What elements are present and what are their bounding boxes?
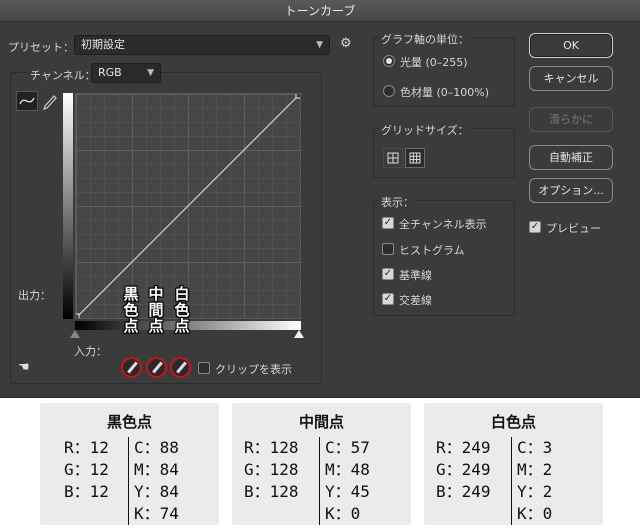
card-rgb: R：12 G：12 B：12 bbox=[64, 437, 109, 503]
value-y: Y：84 bbox=[134, 482, 179, 501]
black-slider-handle[interactable] bbox=[70, 330, 80, 338]
radio-pigment[interactable] bbox=[383, 85, 395, 97]
card-cmyk: C：3 M：2 Y：2 K：0 bbox=[517, 437, 552, 525]
card-divider bbox=[319, 437, 320, 525]
chevron-down-icon: ▼ bbox=[316, 40, 323, 50]
curve-point-black bbox=[76, 313, 80, 318]
value-c: C：57 bbox=[325, 438, 370, 457]
radio-light[interactable] bbox=[383, 55, 395, 67]
value-m: M：84 bbox=[134, 460, 179, 479]
value-g: G：249 bbox=[436, 460, 491, 479]
grid-coarse-button[interactable] bbox=[383, 148, 403, 168]
options-button[interactable]: オプション... bbox=[529, 178, 613, 203]
card-divider bbox=[128, 437, 129, 525]
grid-fine-icon bbox=[409, 152, 421, 164]
output-gradient bbox=[63, 93, 73, 319]
card-title: 白色点 bbox=[490, 413, 536, 431]
value-b: B：12 bbox=[64, 482, 109, 501]
chevron-down-icon: ▼ bbox=[147, 68, 154, 78]
preview-checkbox[interactable]: ✓ bbox=[529, 221, 541, 233]
value-k: K：74 bbox=[134, 504, 179, 523]
checkbox-baseline[interactable]: ✓ bbox=[382, 268, 394, 280]
curve-line bbox=[76, 94, 300, 318]
checkbox-intersection-label: 交差線 bbox=[399, 294, 432, 307]
graph-unit-title: グラフ軸の単位： bbox=[379, 31, 471, 47]
card-mid-point: 中間点 R：128 G：128 B：128 C：57 M：48 Y：45 K：0 bbox=[232, 403, 411, 525]
value-k: K：0 bbox=[325, 504, 361, 523]
card-title: 黒色点 bbox=[106, 413, 152, 431]
display-title: 表示： bbox=[379, 194, 416, 210]
card-divider bbox=[511, 437, 512, 525]
value-y: Y：45 bbox=[325, 482, 370, 501]
value-y: Y：2 bbox=[517, 482, 553, 501]
grid-size-title: グリッドサイズ： bbox=[379, 122, 471, 138]
gray-eyedropper-icon[interactable] bbox=[146, 357, 167, 378]
annotation-mid-point: 中間点 bbox=[148, 285, 164, 335]
white-slider-handle[interactable] bbox=[294, 330, 304, 338]
value-m: M：2 bbox=[517, 460, 553, 479]
clip-checkbox[interactable] bbox=[198, 362, 210, 374]
channel-label: チャンネル： bbox=[28, 67, 98, 83]
curves-dialog: トーンカーブ プリセット： 初期設定 ▼ ⚙ チャンネル： RGB ▼ 出力： … bbox=[0, 0, 640, 398]
grid-fine-button[interactable] bbox=[405, 148, 425, 168]
radio-pigment-label: 色材量 (0–100%) bbox=[400, 86, 490, 99]
preset-select[interactable]: 初期設定 ▼ bbox=[74, 35, 330, 55]
card-rgb: R：249 G：249 B：249 bbox=[436, 437, 491, 503]
curve-point-white bbox=[295, 94, 300, 99]
output-label: 出力： bbox=[18, 289, 51, 302]
auto-button[interactable]: 自動補正 bbox=[529, 145, 613, 170]
value-g: G：12 bbox=[64, 460, 109, 479]
checkbox-histogram-label: ヒストグラム bbox=[399, 244, 465, 257]
grid-coarse-icon bbox=[387, 152, 399, 164]
value-m: M：48 bbox=[325, 460, 370, 479]
gear-icon[interactable]: ⚙ bbox=[340, 36, 352, 51]
annotation-black-point: 黒色点 bbox=[123, 285, 139, 335]
card-rgb: R：128 G：128 B：128 bbox=[244, 437, 299, 503]
preset-label: プリセット： bbox=[8, 41, 74, 54]
card-title: 中間点 bbox=[298, 413, 344, 431]
black-eyedropper-icon[interactable] bbox=[121, 357, 142, 378]
white-eyedropper-icon[interactable] bbox=[170, 357, 191, 378]
target-adjust-icon[interactable]: ☚ bbox=[18, 360, 30, 375]
card-white-point: 白色点 R：249 G：249 B：249 C：3 M：2 Y：2 K：0 bbox=[424, 403, 603, 525]
channel-value: RGB bbox=[98, 66, 122, 79]
card-cmyk: C：88 M：84 Y：84 K：74 bbox=[134, 437, 179, 525]
checkbox-all-channels-label: 全チャンネル表示 bbox=[399, 218, 487, 231]
channel-select[interactable]: RGB ▼ bbox=[91, 63, 161, 83]
value-b: B：128 bbox=[244, 482, 299, 501]
checkbox-baseline-label: 基準線 bbox=[399, 269, 432, 282]
value-r: R：12 bbox=[64, 438, 109, 457]
value-r: R：128 bbox=[244, 438, 299, 457]
value-b: B：249 bbox=[436, 482, 491, 501]
preset-value: 初期設定 bbox=[81, 38, 125, 51]
card-cmyk: C：57 M：48 Y：45 K：0 bbox=[325, 437, 370, 525]
value-k: K：0 bbox=[517, 504, 553, 523]
dialog-title: トーンカーブ bbox=[0, 0, 640, 22]
checkbox-histogram[interactable] bbox=[382, 243, 394, 255]
radio-light-label: 光量 (0–255) bbox=[400, 56, 468, 69]
clip-label: クリップを表示 bbox=[215, 363, 292, 376]
pencil-icon[interactable] bbox=[40, 91, 60, 111]
checkbox-all-channels[interactable]: ✓ bbox=[382, 217, 394, 229]
ok-button[interactable]: OK bbox=[529, 33, 613, 58]
card-black-point: 黒色点 R：12 G：12 B：12 C：88 M：84 Y：84 K：74 bbox=[40, 403, 219, 525]
checkbox-intersection[interactable]: ✓ bbox=[382, 293, 394, 305]
preview-label: プレビュー bbox=[546, 222, 601, 235]
curve-tool-icon[interactable] bbox=[16, 91, 38, 111]
value-g: G：128 bbox=[244, 460, 299, 479]
cancel-button[interactable]: キャンセル bbox=[529, 66, 613, 91]
value-r: R：249 bbox=[436, 438, 491, 457]
input-label: 入力： bbox=[74, 345, 107, 358]
value-c: C：88 bbox=[134, 438, 179, 457]
annotation-white-point: 白色点 bbox=[174, 285, 190, 335]
value-c: C：3 bbox=[517, 438, 553, 457]
smooth-button[interactable]: 滑らかに bbox=[529, 107, 613, 132]
